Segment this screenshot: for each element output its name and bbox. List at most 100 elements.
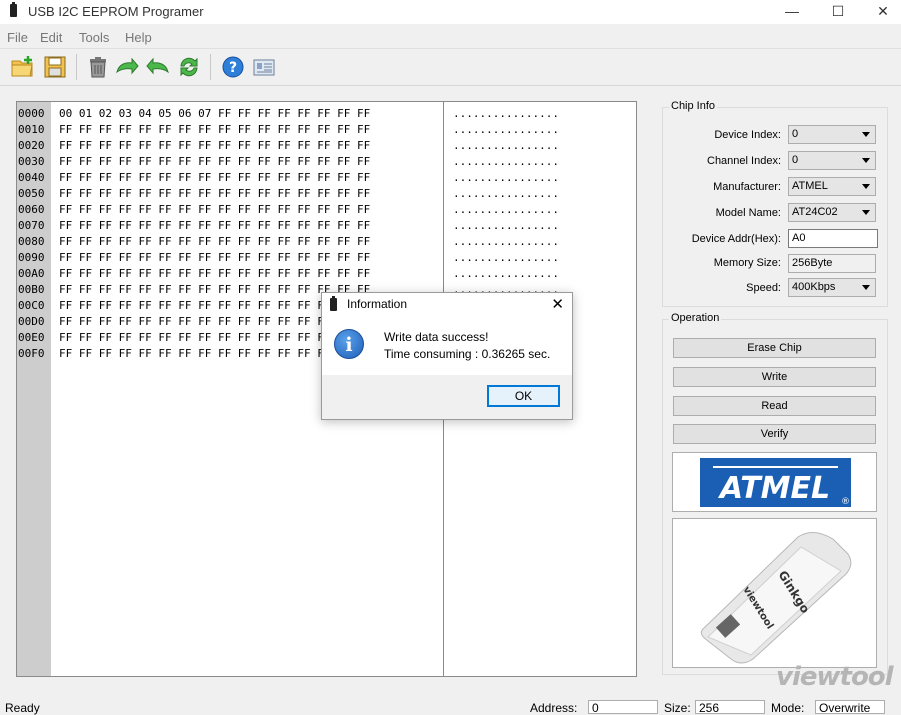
hex-row[interactable]: FF FF FF FF FF FF FF FF FF FF FF FF FF F…: [59, 170, 370, 186]
hex-address: 00A0: [18, 267, 45, 280]
dialog-app-icon: [330, 296, 337, 311]
hex-row[interactable]: FF FF FF FF FF FF FF FF FF FF FF FF FF F…: [59, 250, 370, 266]
ascii-row[interactable]: ................: [453, 202, 559, 218]
dialog-message-line2: Time consuming : 0.36265 sec.: [384, 347, 551, 361]
hex-row[interactable]: FF FF FF FF FF FF FF FF FF FF FF FF FF F…: [59, 218, 370, 234]
model-name-label: Model Name:: [715, 207, 781, 219]
hex-row[interactable]: FF FF FF FF FF FF FF FF FF FF FF FF FF F…: [59, 154, 370, 170]
ascii-row[interactable]: ................: [453, 170, 559, 186]
model-name-value: AT24C02: [792, 206, 838, 218]
ascii-row[interactable]: ................: [453, 234, 559, 250]
chevron-down-icon: [862, 210, 870, 215]
mode-field[interactable]: Overwrite: [815, 700, 885, 715]
menu-tools[interactable]: Tools: [79, 30, 109, 45]
chevron-down-icon: [862, 285, 870, 290]
write-button[interactable]: Write: [673, 367, 876, 387]
mode-label: Mode:: [771, 701, 805, 715]
manufacturer-logo: ATMEL ®: [672, 452, 877, 512]
help-icon[interactable]: ?: [220, 54, 246, 80]
ascii-row[interactable]: ................: [453, 122, 559, 138]
chip-info-title: Chip Info: [669, 100, 718, 112]
read-icon[interactable]: [145, 54, 171, 80]
ascii-row[interactable]: ................: [453, 106, 559, 122]
model-name-select[interactable]: AT24C02: [788, 203, 876, 222]
minimize-button[interactable]: —: [769, 0, 815, 24]
dialog-title: Information: [347, 297, 408, 311]
hex-address: 0040: [18, 171, 45, 184]
channel-index-value: 0: [792, 154, 799, 166]
speed-label: Speed:: [746, 282, 781, 294]
device-index-select[interactable]: 0: [788, 125, 876, 144]
chevron-down-icon: [862, 132, 870, 137]
dialog-body: i Write data success! Time consuming : 0…: [322, 317, 572, 375]
menu-bar: File Edit Tools Help: [0, 27, 901, 47]
ascii-row[interactable]: ................: [453, 138, 559, 154]
hex-address: 0020: [18, 139, 45, 152]
toolbar-separator: [210, 54, 211, 80]
hex-address: 00B0: [18, 283, 45, 296]
hex-row[interactable]: FF FF FF FF FF FF FF FF FF FF FF FF FF F…: [59, 202, 370, 218]
toolbar-separator: [76, 54, 77, 80]
ascii-row[interactable]: ................: [453, 218, 559, 234]
save-icon[interactable]: [42, 54, 68, 80]
device-addr-label: Device Addr(Hex):: [691, 233, 781, 245]
app-icon: [10, 2, 17, 17]
size-field[interactable]: 256: [695, 700, 765, 715]
device-index-label: Device Index:: [714, 129, 781, 141]
address-label: Address:: [530, 701, 578, 715]
atmel-logo-text: ATMEL: [718, 471, 830, 506]
address-field[interactable]: 0: [588, 700, 658, 715]
open-folder-icon[interactable]: [10, 54, 36, 80]
hex-row[interactable]: FF FF FF FF FF FF FF FF FF FF FF FF FF F…: [59, 138, 370, 154]
info-icon: i: [334, 329, 364, 359]
hex-address: 0090: [18, 251, 45, 264]
ascii-row[interactable]: ................: [453, 154, 559, 170]
manufacturer-select[interactable]: ATMEL: [788, 177, 876, 196]
hex-address: 0070: [18, 219, 45, 232]
svg-text:?: ?: [229, 60, 237, 76]
hex-row[interactable]: FF FF FF FF FF FF FF FF FF FF FF FF FF F…: [59, 234, 370, 250]
channel-index-select[interactable]: 0: [788, 151, 876, 170]
close-button[interactable]: ✕: [860, 0, 901, 24]
status-bar: Ready Address: 0 Size: 256 Mode: Overwri…: [0, 698, 901, 715]
memory-size-field: 256Byte: [788, 254, 876, 273]
channel-index-label: Channel Index:: [707, 155, 781, 167]
read-button[interactable]: Read: [673, 396, 876, 416]
device-addr-field[interactable]: A0: [788, 229, 878, 248]
ok-button[interactable]: OK: [487, 385, 560, 407]
speed-select[interactable]: 400Kbps: [788, 278, 876, 297]
hex-address: 00C0: [18, 299, 45, 312]
erase-chip-button[interactable]: Erase Chip: [673, 338, 876, 358]
dialog-close-icon[interactable]: ✕: [551, 295, 564, 313]
maximize-button[interactable]: ☐: [815, 0, 861, 24]
dialog-title-bar: Information ✕: [322, 293, 572, 317]
viewtool-watermark: viewtool: [776, 662, 894, 692]
hex-row[interactable]: FF FF FF FF FF FF FF FF FF FF FF FF FF F…: [59, 186, 370, 202]
about-icon[interactable]: [251, 54, 277, 80]
toolbar: ?: [0, 48, 901, 86]
title-bar: USB I2C EEPROM Programer — ☐ ✕: [0, 0, 901, 24]
hex-address: 0080: [18, 235, 45, 248]
write-icon[interactable]: [114, 54, 140, 80]
information-dialog: Information ✕ i Write data success! Time…: [321, 292, 573, 420]
hex-address: 0030: [18, 155, 45, 168]
size-label: Size:: [664, 701, 691, 715]
erase-icon[interactable]: [85, 54, 111, 80]
menu-edit[interactable]: Edit: [40, 30, 62, 45]
ascii-row[interactable]: ................: [453, 186, 559, 202]
verify-icon[interactable]: [176, 54, 202, 80]
hex-row[interactable]: FF FF FF FF FF FF FF FF FF FF FF FF FF F…: [59, 266, 370, 282]
hex-row[interactable]: FF FF FF FF FF FF FF FF FF FF FF FF FF F…: [59, 122, 370, 138]
hex-address: 0050: [18, 187, 45, 200]
chevron-down-icon: [862, 184, 870, 189]
hex-address: 0010: [18, 123, 45, 136]
menu-file[interactable]: File: [7, 30, 28, 45]
hex-address: 00D0: [18, 315, 45, 328]
ascii-row[interactable]: ................: [453, 266, 559, 282]
menu-help[interactable]: Help: [125, 30, 152, 45]
operation-title: Operation: [669, 312, 722, 324]
chevron-down-icon: [862, 158, 870, 163]
ascii-row[interactable]: ................: [453, 250, 559, 266]
verify-button[interactable]: Verify: [673, 424, 876, 444]
hex-row[interactable]: 00 01 02 03 04 05 06 07 FF FF FF FF FF F…: [59, 106, 370, 122]
